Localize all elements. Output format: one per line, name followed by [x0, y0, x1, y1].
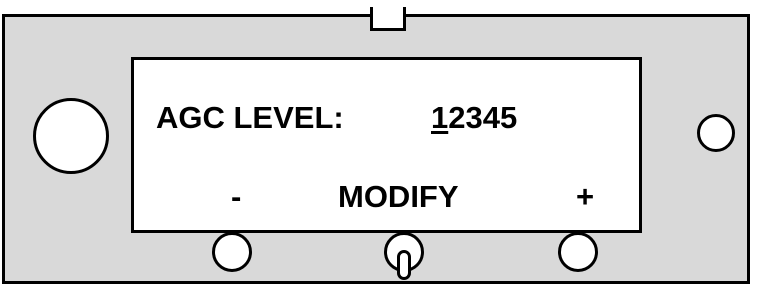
agc-level-value: 12345: [431, 102, 517, 133]
softkey-minus-label: -: [231, 179, 242, 214]
device-panel: AGC LEVEL: 12345 - MODIFY +: [2, 7, 750, 284]
softkey-modify-label: MODIFY: [338, 179, 459, 214]
agc-level-cursor-digit: 1: [431, 100, 449, 135]
panel-top-tab: [370, 7, 406, 31]
agc-level-label: AGC LEVEL:: [156, 100, 344, 135]
left-large-button[interactable]: [33, 98, 109, 174]
lcd-screen: AGC LEVEL: 12345 - MODIFY +: [131, 57, 642, 233]
plus-button[interactable]: [558, 232, 598, 272]
modify-knob-indicator: [397, 250, 411, 280]
right-small-button[interactable]: [697, 114, 735, 152]
modify-button[interactable]: [384, 232, 424, 280]
softkey-plus-label: +: [576, 179, 595, 214]
agc-level-value-rest: 2345: [448, 100, 518, 135]
minus-button[interactable]: [212, 232, 252, 272]
